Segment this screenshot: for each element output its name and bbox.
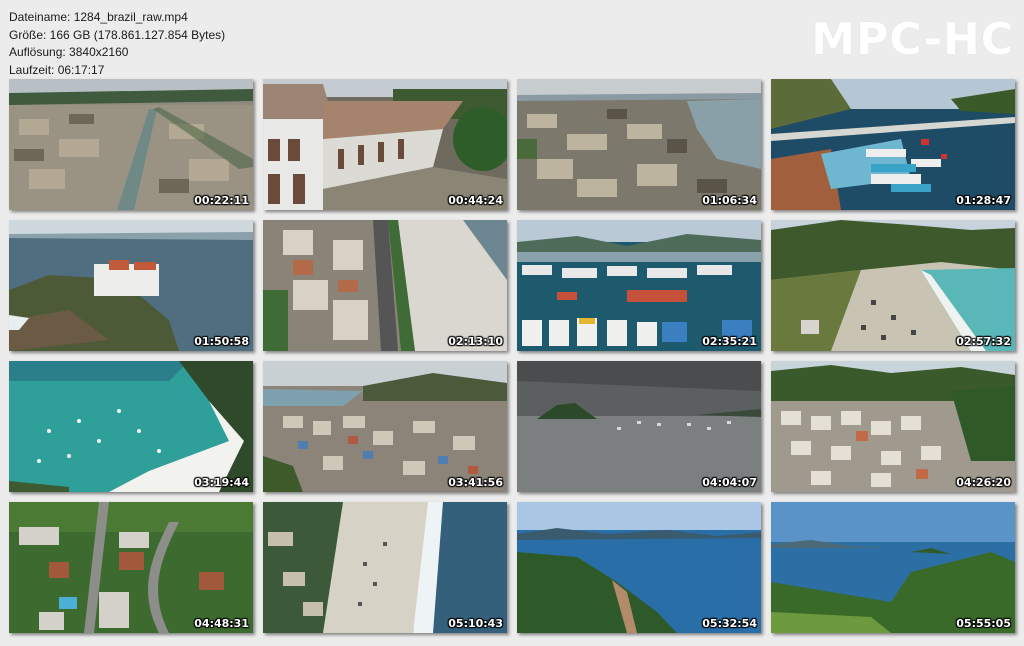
thumbnail-7[interactable]: 02:35:21 xyxy=(517,220,761,351)
timestamp: 05:55:05 xyxy=(956,617,1011,630)
thumbnail-13[interactable]: 04:48:31 xyxy=(9,502,253,633)
timestamp: 03:19:44 xyxy=(194,476,249,489)
thumbnail-image-hillside-town xyxy=(263,361,507,492)
thumbnail-image-blue-bay xyxy=(517,502,761,633)
thumbnail-image-beachfront xyxy=(263,220,507,351)
thumbnail-image-hill-town xyxy=(771,361,1015,492)
thumbnail-11[interactable]: 04:04:07 xyxy=(517,361,761,492)
thumbnail-2[interactable]: 00:44:24 xyxy=(263,79,507,210)
thumbnail-image-turquoise-bay xyxy=(9,361,253,492)
timestamp: 04:04:07 xyxy=(702,476,757,489)
timestamp: 01:06:34 xyxy=(702,194,757,207)
thumbnail-3[interactable]: 01:06:34 xyxy=(517,79,761,210)
timestamp: 00:22:11 xyxy=(194,194,249,207)
timestamp: 05:10:43 xyxy=(448,617,503,630)
thumbnail-9[interactable]: 03:19:44 xyxy=(9,361,253,492)
thumbnail-8[interactable]: 02:57:32 xyxy=(771,220,1015,351)
timestamp: 01:50:58 xyxy=(194,335,249,348)
thumbnail-6[interactable]: 02:13:10 xyxy=(263,220,507,351)
thumbnail-image-city-bay xyxy=(517,79,761,210)
thumbnail-10[interactable]: 03:41:56 xyxy=(263,361,507,492)
timestamp: 04:48:31 xyxy=(194,617,249,630)
mpc-hc-logo: MPC-HC xyxy=(811,14,1014,65)
timestamp: 02:35:21 xyxy=(702,335,757,348)
thumbnail-image-fort xyxy=(9,220,253,351)
thumbnail-image-beach-cove xyxy=(771,220,1015,351)
timestamp: 05:32:54 xyxy=(702,617,757,630)
thumbnail-image-residential xyxy=(9,502,253,633)
timestamp: 01:28:47 xyxy=(956,194,1011,207)
duration-text: Laufzeit: 06:17:17 xyxy=(9,62,105,77)
timestamp: 00:44:24 xyxy=(448,194,503,207)
filesize-text: Größe: 166 GB (178.861.127.854 Bytes) xyxy=(9,27,226,42)
thumbnail-image-beach-waves xyxy=(263,502,507,633)
thumbnail-15[interactable]: 05:32:54 xyxy=(517,502,761,633)
resolution-text: Auflösung: 3840x2160 xyxy=(9,45,129,59)
thumbnail-grid: 00:22:11 00:44:24 01:06:34 01:28:47 01:5… xyxy=(9,79,1015,633)
timestamp: 02:57:32 xyxy=(956,335,1011,348)
thumbnail-14[interactable]: 05:10:43 xyxy=(263,502,507,633)
timestamp: 03:41:56 xyxy=(448,476,503,489)
thumbnail-image-town-canal xyxy=(9,79,253,210)
thumbnail-16[interactable]: 05:55:05 xyxy=(771,502,1015,633)
thumbnail-image-harbor xyxy=(771,79,1015,210)
thumbnail-image-marina xyxy=(517,220,761,351)
thumbnail-1[interactable]: 00:22:11 xyxy=(9,79,253,210)
thumbnail-5[interactable]: 01:50:58 xyxy=(9,220,253,351)
timestamp: 02:13:10 xyxy=(448,335,503,348)
filename-text: Dateiname: 1284_brazil_raw.mp4 xyxy=(9,10,188,24)
timestamp: 04:26:20 xyxy=(956,476,1011,489)
thumbnail-4[interactable]: 01:28:47 xyxy=(771,79,1015,210)
file-info: Dateiname: 1284_brazil_raw.mp4 Größe: 16… xyxy=(9,9,225,79)
thumbnail-image-gray-sea xyxy=(517,361,761,492)
thumbnail-image-ocean-view xyxy=(771,502,1015,633)
thumbnail-12[interactable]: 04:26:20 xyxy=(771,361,1015,492)
thumbnail-image-colonial-house xyxy=(263,79,507,210)
